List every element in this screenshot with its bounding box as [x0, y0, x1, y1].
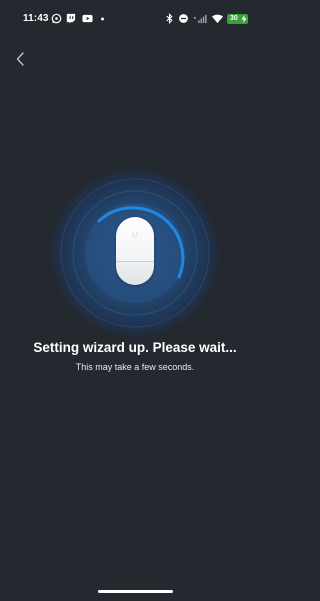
wizard-status-subtitle: This may take a few seconds. — [75, 362, 195, 372]
device-logo-icon — [132, 232, 138, 237]
wizard-status-title: Setting wizard up. Please wait... — [33, 340, 237, 355]
twitch-icon — [65, 13, 76, 24]
battery-indicator: 30 — [227, 14, 248, 24]
status-bar: 11:43 × 30 — [0, 0, 270, 40]
signal-icon: × — [193, 13, 208, 24]
charging-bolt-icon — [241, 15, 247, 23]
dot-icon — [97, 13, 108, 24]
setup-screen: 11:43 × 30 Setting wizard up. Please wai… — [0, 0, 270, 601]
chevron-left-icon — [16, 52, 24, 66]
wifi-icon — [211, 13, 224, 24]
device-image — [116, 217, 154, 285]
svg-text:×: × — [194, 15, 197, 20]
bluetooth-icon — [164, 13, 175, 24]
status-time: 11:43 — [23, 13, 49, 24]
youtube-icon — [82, 13, 93, 24]
battery-level: 30 — [230, 15, 238, 22]
home-indicator[interactable] — [98, 590, 173, 593]
do-not-disturb-icon — [178, 13, 189, 24]
back-button[interactable] — [12, 50, 30, 68]
whatsapp-icon — [51, 13, 62, 24]
device-seam — [116, 261, 154, 262]
